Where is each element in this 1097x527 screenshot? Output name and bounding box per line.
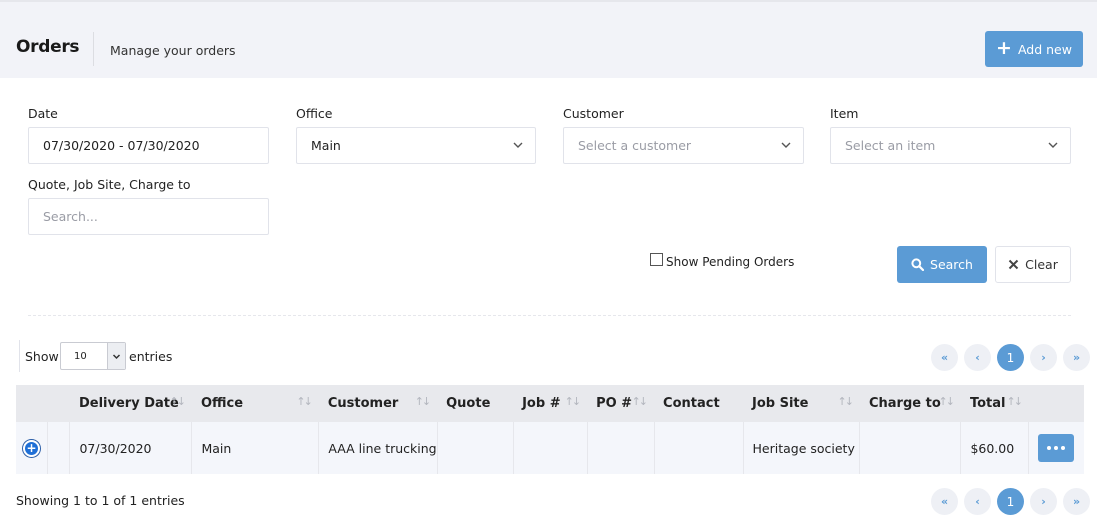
cell-customer: AAA line trucking [318,422,438,474]
divider [28,315,1071,316]
clear-button-label: Clear [1025,257,1058,272]
date-range-input[interactable]: 07/30/2020 - 07/30/2020 [28,127,269,164]
table-row: + 07/30/2020 Main AAA line trucking Heri… [16,422,1084,474]
page-title: Orders [16,37,80,57]
cell-office: Main [191,422,320,474]
search-button[interactable]: Search [897,246,987,283]
page-header: Orders Manage your orders + Add new [0,0,1097,78]
orders-table: Delivery Date ↑↓ Office ↑↓ Customer ↑↓ Quot… [16,385,1084,474]
last-page-button[interactable]: » [1063,488,1090,515]
query-placeholder: Search... [43,209,98,224]
col-total[interactable]: Total ↑↓ [960,385,1029,422]
expand-col-header [16,385,48,422]
clear-button[interactable]: Clear [995,246,1071,283]
table-info: Showing 1 to 1 of 1 entries [16,493,185,508]
next-page-button[interactable]: › [1030,344,1057,371]
col-job-site[interactable]: Job Site ↑↓ [743,385,860,422]
cell-job-site: Heritage society [743,422,861,474]
col-customer[interactable]: Customer ↑↓ [318,385,438,422]
office-select[interactable]: Main [296,127,536,164]
cell-delivery-date: 07/30/2020 [69,422,193,474]
col-delivery-date[interactable]: Delivery Date ↑↓ [69,385,192,422]
length-bar [19,340,20,372]
customer-placeholder: Select a customer [578,138,692,153]
show-pending-label[interactable]: Show Pending Orders [666,255,794,269]
sort-icon: ↑↓ [414,395,432,408]
prev-page-button[interactable]: ‹ [964,488,991,515]
col-job[interactable]: Job # ↑↓ [513,385,588,422]
expand-cell: + [16,422,49,474]
table-header-row: Delivery Date ↑↓ Office ↑↓ Customer ↑↓ Quot… [16,385,1084,422]
sort-icon: ↑↓ [837,395,855,408]
cell-charge-to [859,422,962,474]
office-label: Office [296,106,333,121]
item-placeholder: Select an item [845,138,936,153]
page-subtitle: Manage your orders [110,43,236,58]
first-page-button[interactable]: « [931,344,958,371]
title-separator [93,32,94,66]
sort-icon: ↑↓ [631,395,649,408]
customer-select[interactable]: Select a customer [563,127,804,164]
chevron-down-icon [107,343,125,369]
add-new-label: Add new [1017,41,1072,57]
actions-col-header [1028,385,1084,422]
first-page-button[interactable]: « [931,488,958,515]
page-1-button[interactable]: 1 [997,488,1024,515]
item-label: Item [830,106,859,121]
spacer-col-header [47,385,70,422]
item-select[interactable]: Select an item [830,127,1071,164]
customer-label: Customer [563,106,624,121]
entries-label: entries [129,349,173,364]
col-quote[interactable]: Quote [437,385,514,422]
spacer-cell [47,422,71,474]
pagination-bottom: « ‹ 1 › » [931,488,1090,515]
cell-total: $60.00 [960,422,1030,474]
cell-job [513,422,588,474]
chevron-down-icon [513,142,523,148]
search-button-label: Search [930,257,973,272]
show-label: Show [25,349,59,364]
show-pending-checkbox[interactable] [650,253,663,266]
sort-icon: ↑↓ [296,395,313,408]
actions-cell [1028,422,1084,474]
plus-icon: + [996,36,1012,59]
cell-quote [437,422,514,474]
sort-icon: ↑↓ [564,395,582,408]
last-page-button[interactable]: » [1063,344,1090,371]
cell-contact [654,422,744,474]
col-office[interactable]: Office ↑↓ [191,385,319,422]
more-actions-button[interactable] [1038,434,1075,462]
entries-value: 10 [74,350,87,362]
prev-page-button[interactable]: ‹ [964,344,991,371]
cell-po [587,422,655,474]
office-value: Main [311,138,341,153]
sort-icon: ↑↓ [169,395,187,408]
query-search-input[interactable]: Search... [28,198,269,235]
add-new-button[interactable]: + Add new [985,31,1083,67]
page-1-button[interactable]: 1 [997,344,1024,371]
search-icon [911,258,925,271]
sort-icon: ↑↓ [1006,395,1024,408]
close-icon [1008,259,1019,270]
entries-select[interactable]: 10 [60,342,126,370]
more-icon [1047,446,1052,450]
sort-icon: ↑↓ [938,395,956,408]
orders-page: Orders Manage your orders + Add new Date… [0,0,1097,527]
query-label: Quote, Job Site, Charge to [28,177,191,192]
pagination-top: « ‹ 1 › » [931,344,1090,371]
expand-row-icon[interactable]: + [23,439,40,457]
date-range-value: 07/30/2020 - 07/30/2020 [43,138,200,153]
col-po[interactable]: PO # ↑↓ [587,385,655,422]
col-contact[interactable]: Contact [654,385,743,422]
chevron-down-icon [1048,142,1058,148]
col-charge-to[interactable]: Charge to ↑↓ [859,385,961,422]
date-label: Date [28,106,58,121]
chevron-down-icon [781,142,791,148]
next-page-button[interactable]: › [1030,488,1057,515]
